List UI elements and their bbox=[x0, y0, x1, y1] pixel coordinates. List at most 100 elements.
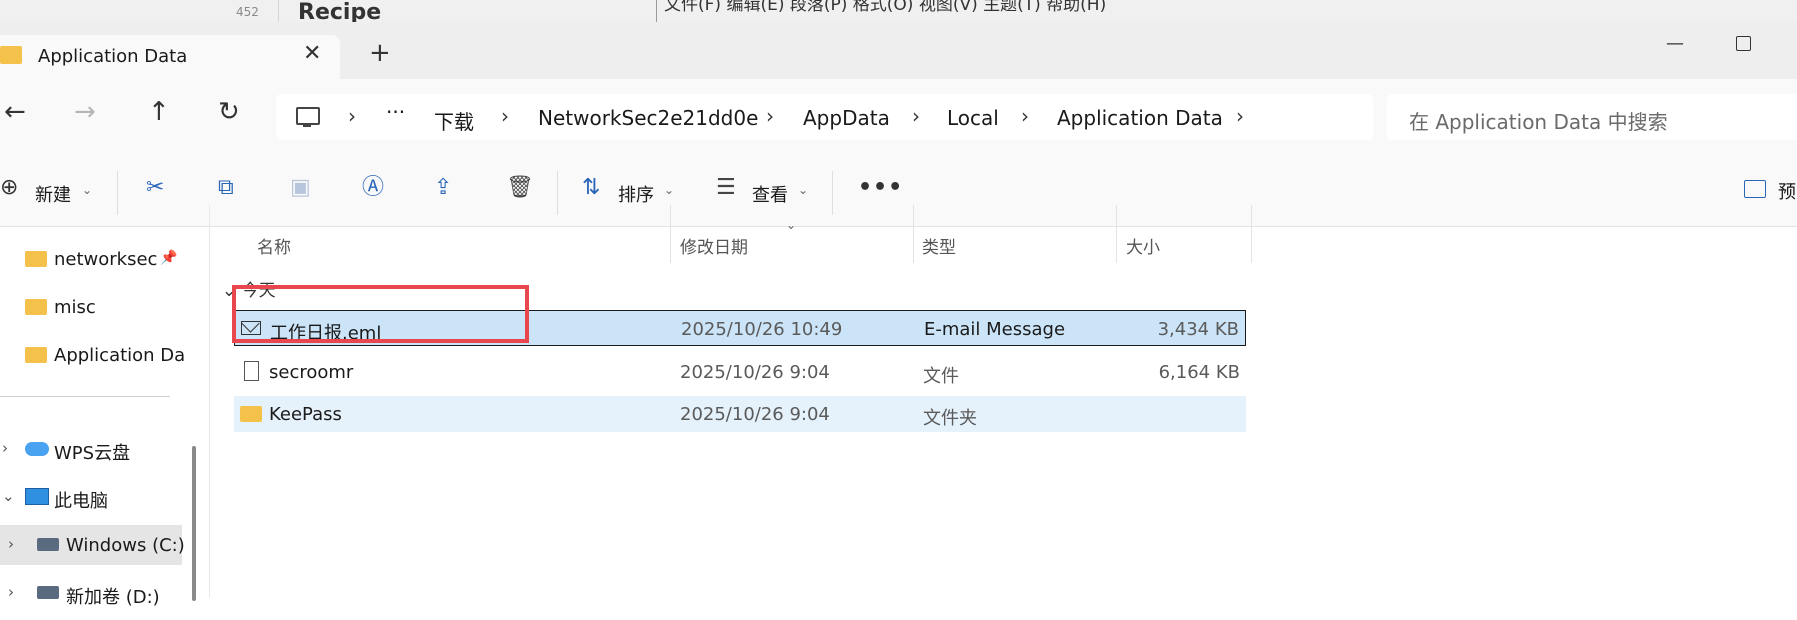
sidebar-item-windows-c[interactable]: › Windows (C:) bbox=[0, 525, 185, 565]
file-date: 2025/10/26 9:04 bbox=[680, 404, 830, 425]
view-icon[interactable]: ☰ bbox=[716, 177, 736, 199]
file-row[interactable]: secroomr 2025/10/26 9:04 文件 6,164 KB bbox=[234, 354, 1246, 390]
chevron-right-icon[interactable]: › bbox=[8, 583, 14, 601]
computer-icon bbox=[25, 488, 49, 505]
maximize-button[interactable] bbox=[1736, 36, 1751, 51]
sidebar-item-label: misc bbox=[54, 297, 96, 318]
background-menu[interactable]: 文件(F) 编辑(E) 段落(P) 格式(O) 视图(V) 主题(T) 帮助(H… bbox=[664, 0, 1106, 15]
divider[interactable] bbox=[1116, 205, 1117, 263]
line-number: 452 bbox=[236, 5, 259, 19]
sidebar-item-label: 此电脑 bbox=[54, 491, 108, 512]
computer-icon[interactable] bbox=[296, 107, 320, 127]
divider bbox=[278, 0, 279, 22]
more-options-button[interactable]: ••• bbox=[858, 175, 903, 200]
refresh-button[interactable]: ↻ bbox=[218, 99, 240, 125]
sidebar-scrollbar[interactable] bbox=[192, 446, 196, 601]
chevron-right-icon[interactable]: › bbox=[912, 104, 920, 128]
back-button[interactable]: ← bbox=[4, 99, 26, 125]
sidebar-item-label: networksec bbox=[54, 249, 158, 270]
minimize-button[interactable]: — bbox=[1666, 33, 1684, 54]
cut-icon[interactable]: ✂ bbox=[146, 177, 164, 199]
view-button[interactable]: 查看 bbox=[752, 181, 788, 207]
sidebar-item-label: Application Da bbox=[54, 345, 186, 366]
chevron-right-icon[interactable]: › bbox=[348, 104, 356, 128]
chevron-right-icon[interactable]: › bbox=[766, 104, 774, 128]
sidebar-item-label: 新加卷 (D:) bbox=[66, 587, 160, 608]
sidebar-item-wps-cloud[interactable]: › WPS云盘 bbox=[0, 429, 182, 469]
new-tab-button[interactable]: + bbox=[369, 40, 391, 66]
file-date: 2025/10/26 10:49 bbox=[681, 319, 843, 340]
column-header-date[interactable]: 修改日期 bbox=[680, 233, 748, 258]
drive-icon bbox=[37, 538, 59, 551]
search-placeholder: 在 Application Data 中搜索 bbox=[1409, 110, 1668, 134]
sidebar-item-new-volume-d[interactable]: › 新加卷 (D:) bbox=[0, 573, 182, 613]
column-header-size[interactable]: 大小 bbox=[1126, 233, 1160, 258]
chevron-right-icon[interactable]: › bbox=[2, 439, 8, 457]
breadcrumb-networksec[interactable]: NetworkSec2e21dd0e bbox=[538, 106, 758, 130]
chevron-right-icon[interactable]: › bbox=[501, 104, 509, 128]
file-row[interactable]: KeePass 2025/10/26 9:04 文件夹 bbox=[234, 396, 1246, 432]
divider bbox=[0, 396, 170, 397]
tab-application-data[interactable]: Application Data ✕ bbox=[0, 35, 340, 79]
sort-button[interactable]: 排序 bbox=[618, 181, 654, 207]
breadcrumb-appdata[interactable]: AppData bbox=[803, 106, 890, 130]
drive-icon bbox=[37, 586, 59, 599]
folder-icon bbox=[25, 347, 47, 363]
folder-icon bbox=[0, 46, 22, 64]
column-header-name[interactable]: 名称 bbox=[257, 233, 291, 258]
sidebar-item-this-pc[interactable]: ⌄ 此电脑 bbox=[0, 477, 182, 517]
divider bbox=[656, 0, 657, 22]
file-size: 3,434 KB bbox=[1157, 319, 1239, 340]
tab-bar: Application Data ✕ + — bbox=[0, 22, 1797, 79]
new-button[interactable]: 新建 bbox=[35, 181, 71, 207]
chevron-down-icon[interactable]: ⌄ bbox=[2, 487, 15, 505]
background-title: Recipe bbox=[298, 0, 382, 22]
rename-icon[interactable]: Ⓐ bbox=[362, 177, 384, 199]
close-tab-icon[interactable]: ✕ bbox=[303, 41, 321, 66]
column-header-type[interactable]: 类型 bbox=[922, 233, 956, 258]
address-bar[interactable]: › ··· 下载 › NetworkSec2e21dd0e › AppData … bbox=[276, 94, 1373, 140]
up-button[interactable]: ↑ bbox=[148, 99, 170, 125]
chevron-down-icon[interactable]: ⌄ bbox=[82, 183, 92, 197]
sidebar-item-label: WPS云盘 bbox=[54, 443, 131, 464]
divider bbox=[557, 171, 558, 215]
file-type: E-mail Message bbox=[924, 319, 1066, 340]
sort-icon[interactable]: ⇅ bbox=[582, 177, 600, 199]
chevron-down-icon[interactable]: ⌄ bbox=[664, 183, 674, 197]
chevron-down-icon[interactable]: ⌄ bbox=[798, 183, 808, 197]
chevron-right-icon[interactable]: › bbox=[1021, 104, 1029, 128]
plus-circle-icon[interactable]: ⊕ bbox=[0, 177, 18, 199]
sidebar-item-application-data[interactable]: Application Da bbox=[0, 335, 186, 375]
sidebar-item-misc[interactable]: misc bbox=[0, 287, 182, 327]
chevron-right-icon[interactable]: › bbox=[8, 535, 14, 553]
chevron-right-icon[interactable]: › bbox=[1236, 104, 1244, 128]
file-size: 6,164 KB bbox=[1158, 362, 1240, 383]
file-name: secroomr bbox=[269, 362, 354, 383]
highlight-annotation-box bbox=[232, 285, 529, 343]
sidebar-item-networksec[interactable]: networksec 📌 bbox=[0, 239, 182, 279]
breadcrumb-application-data[interactable]: Application Data bbox=[1057, 106, 1223, 130]
delete-icon[interactable]: 🗑 bbox=[506, 177, 534, 199]
file-date: 2025/10/26 9:04 bbox=[680, 362, 830, 383]
copy-icon[interactable]: ⧉ bbox=[218, 177, 234, 199]
divider bbox=[209, 205, 210, 598]
folder-icon bbox=[25, 299, 47, 315]
divider[interactable] bbox=[1251, 205, 1252, 263]
command-bar: ⊕ 新建 ⌄ ✂ ⧉ ▣ Ⓐ ⇪ 🗑 ⇅ 排序 ⌄ ☰ 查看 ⌄ ••• bbox=[0, 157, 1797, 227]
navigation-bar: ← → ↑ ↻ › ··· 下载 › NetworkSec2e21dd0e › … bbox=[0, 79, 1797, 157]
address-more-button[interactable]: ··· bbox=[386, 100, 405, 124]
sort-caret-icon: ⌄ bbox=[786, 218, 797, 232]
forward-button[interactable]: → bbox=[74, 99, 96, 125]
sidebar-item-label: Windows (C:) bbox=[66, 535, 185, 556]
preview-button[interactable]: 预 bbox=[1778, 178, 1796, 204]
divider bbox=[117, 171, 118, 215]
search-input[interactable]: 在 Application Data 中搜索 bbox=[1387, 94, 1797, 140]
divider[interactable] bbox=[913, 205, 914, 263]
file-type: 文件 bbox=[923, 366, 959, 387]
divider[interactable] bbox=[670, 205, 671, 263]
share-icon[interactable]: ⇪ bbox=[434, 177, 452, 199]
preview-pane-icon[interactable] bbox=[1744, 180, 1766, 198]
breadcrumb-local[interactable]: Local bbox=[947, 106, 999, 130]
breadcrumb-downloads[interactable]: 下载 bbox=[434, 106, 474, 135]
paste-icon[interactable]: ▣ bbox=[290, 177, 311, 199]
